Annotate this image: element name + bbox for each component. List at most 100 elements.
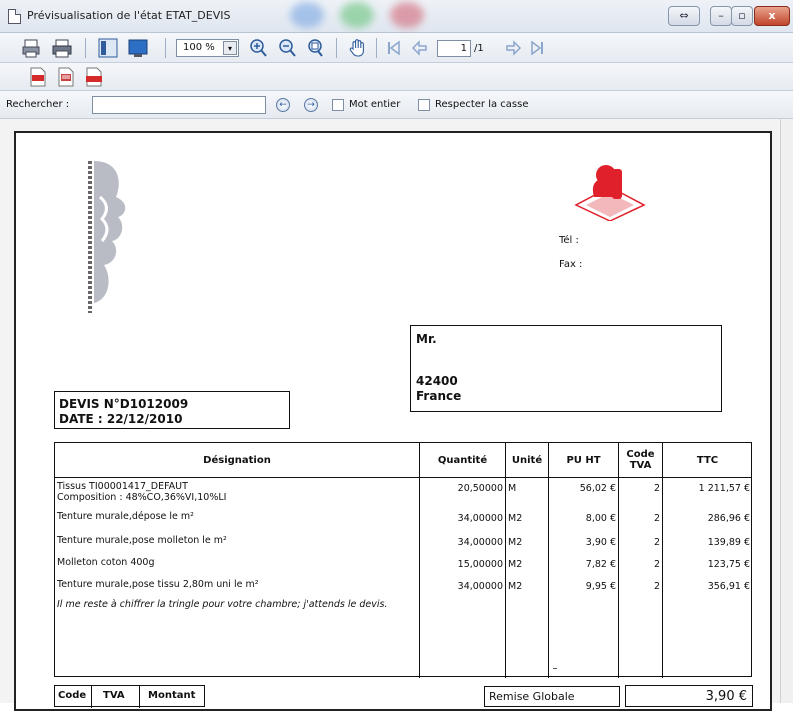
- export-document-icon[interactable]: [56, 67, 76, 87]
- report-preview-area[interactable]: Tél : Fax : Mr. 42400 France DEVIS N°D10…: [0, 119, 793, 711]
- table-row-pu-ht: 56,02 €: [579, 483, 616, 494]
- title-bar: Prévisualisation de l'état ETAT_DEVIS ⇔ …: [0, 0, 793, 33]
- chevron-down-icon[interactable]: ▾: [223, 41, 237, 55]
- match-case-label: Respecter la casse: [435, 99, 529, 110]
- table-row-ttc: 1 211,57 €: [698, 483, 750, 494]
- table-row-ttc: 286,96 €: [707, 513, 750, 524]
- export-pdf-icon[interactable]: [28, 67, 48, 87]
- last-page-icon[interactable]: [527, 38, 547, 58]
- page-number-input[interactable]: 1: [437, 40, 471, 57]
- table-mark: [553, 668, 557, 669]
- search-label: Rechercher :: [6, 99, 70, 110]
- table-row-code-tva: 2: [653, 537, 660, 548]
- quote-lines-table: Désignation Quantité Unité PU HT Code TV…: [54, 442, 752, 678]
- print-icon[interactable]: [52, 38, 72, 58]
- client-address-box: Mr. 42400 France: [410, 325, 722, 412]
- column-header-code-tva-line1: Code: [626, 449, 655, 460]
- vat-summary-table: Code TVA Montant: [54, 685, 205, 708]
- table-row-code-tva: 2: [653, 559, 660, 570]
- whole-word-label: Mot entier: [349, 99, 401, 110]
- full-page-view-icon[interactable]: [128, 38, 148, 58]
- column-header-quantity: Quantité: [437, 454, 488, 466]
- zoom-value: 100 %: [183, 42, 215, 53]
- client-country: France: [416, 389, 462, 403]
- main-toolbar: 100 % ▾ 1 /1: [0, 33, 793, 63]
- quote-header-box: DEVIS N°D1012009 DATE : 22/12/2010: [54, 391, 290, 429]
- report-page: Tél : Fax : Mr. 42400 France DEVIS N°D10…: [14, 131, 772, 711]
- table-row-quantity: 34,00000: [457, 537, 503, 548]
- table-row-quantity: 34,00000: [457, 581, 503, 592]
- column-header-unit: Unité: [511, 454, 543, 466]
- toolbar-separator: [336, 38, 337, 58]
- company-logo: [60, 153, 136, 321]
- close-button[interactable]: x: [754, 6, 790, 26]
- toolbar-separator: [165, 38, 166, 58]
- vat-code-header: Code: [58, 690, 87, 701]
- first-page-icon[interactable]: [384, 38, 404, 58]
- table-row-pu-ht: 3,90 €: [585, 537, 616, 548]
- table-row-unit: M2: [508, 537, 523, 548]
- table-divider: [505, 443, 506, 678]
- telephone-label: Tél :: [559, 235, 579, 246]
- table-row-quantity: 20,50000: [457, 483, 503, 494]
- zoom-fit-icon[interactable]: [305, 38, 325, 58]
- search-next-button[interactable]: →: [304, 98, 318, 112]
- table-row-unit: M2: [508, 559, 523, 570]
- thumbnail-view-icon[interactable]: [98, 38, 118, 58]
- restore-button[interactable]: ⇔: [668, 6, 700, 26]
- vat-amount-header: Montant: [148, 690, 196, 701]
- document-icon: [8, 9, 21, 24]
- column-header-pu-ht: PU HT: [566, 454, 601, 466]
- table-row-designation: Tenture murale,pose molleton le m²: [57, 535, 227, 546]
- search-input[interactable]: [92, 96, 266, 114]
- table-row-designation: Molleton coton 400g: [57, 557, 155, 568]
- export-toolbar: [0, 63, 793, 91]
- column-header-ttc: TTC: [696, 454, 719, 466]
- table-row-ttc: 139,89 €: [707, 537, 750, 548]
- previous-page-icon[interactable]: [410, 38, 430, 58]
- zoom-in-icon[interactable]: [248, 38, 268, 58]
- table-row-ttc: 123,75 €: [707, 559, 750, 570]
- table-row-designation-detail: Composition : 48%CO,36%VI,10%LI: [57, 492, 227, 503]
- table-row-quantity: 15,00000: [457, 559, 503, 570]
- hand-tool-icon[interactable]: [348, 38, 368, 58]
- match-case-checkbox[interactable]: [418, 99, 430, 111]
- zoom-out-icon[interactable]: [277, 38, 297, 58]
- blurred-background-icon: [390, 2, 424, 28]
- vat-rate-header: TVA: [103, 690, 125, 701]
- vertical-scrollbar[interactable]: [780, 119, 793, 703]
- column-header-code-tva: Code TVA: [619, 443, 662, 477]
- table-row-quantity: 34,00000: [457, 513, 503, 524]
- next-page-icon[interactable]: [503, 38, 523, 58]
- table-row-code-tva: 2: [653, 581, 660, 592]
- global-discount-label: Remise Globale: [484, 686, 620, 707]
- print-setup-icon[interactable]: [22, 38, 42, 58]
- table-row-code-tva: 2: [653, 483, 660, 494]
- minimize-button[interactable]: –: [710, 6, 732, 26]
- table-row-pu-ht: 7,82 €: [585, 559, 616, 570]
- table-row-designation: Tenture murale,pose tissu 2,80m uni le m…: [57, 579, 259, 590]
- blurred-background-icon: [340, 2, 374, 28]
- table-row-pu-ht: 9,95 €: [585, 581, 616, 592]
- search-toolbar: Rechercher : ← → Mot entier Respecter la…: [0, 91, 793, 119]
- column-header-code-tva-line2: TVA: [629, 460, 652, 471]
- table-row-designation: Tissus TI00001417_DEFAUT: [57, 481, 188, 492]
- quote-date: DATE : 22/12/2010: [59, 412, 183, 426]
- maximize-button[interactable]: ▫: [731, 6, 753, 26]
- page-total: /1: [474, 43, 484, 54]
- global-discount-value: 3,90 €: [625, 685, 753, 707]
- table-divider: [91, 686, 92, 708]
- whole-word-checkbox[interactable]: [332, 99, 344, 111]
- brand-logo: [574, 161, 646, 222]
- quote-number: DEVIS N°D1012009: [59, 397, 189, 411]
- column-header-designation: Désignation: [203, 454, 271, 466]
- client-postal-code: 42400: [416, 374, 458, 388]
- table-row-unit: M: [508, 483, 517, 494]
- table-row-unit: M2: [508, 513, 523, 524]
- quote-note: Il me reste à chiffrer la tringle pour v…: [57, 599, 388, 610]
- export-pdf-icon[interactable]: [84, 67, 104, 87]
- search-previous-button[interactable]: ←: [276, 98, 290, 112]
- toolbar-separator: [376, 38, 377, 58]
- table-row-designation: Tenture murale,dépose le m²: [57, 511, 194, 522]
- zoom-select[interactable]: 100 % ▾: [176, 39, 239, 57]
